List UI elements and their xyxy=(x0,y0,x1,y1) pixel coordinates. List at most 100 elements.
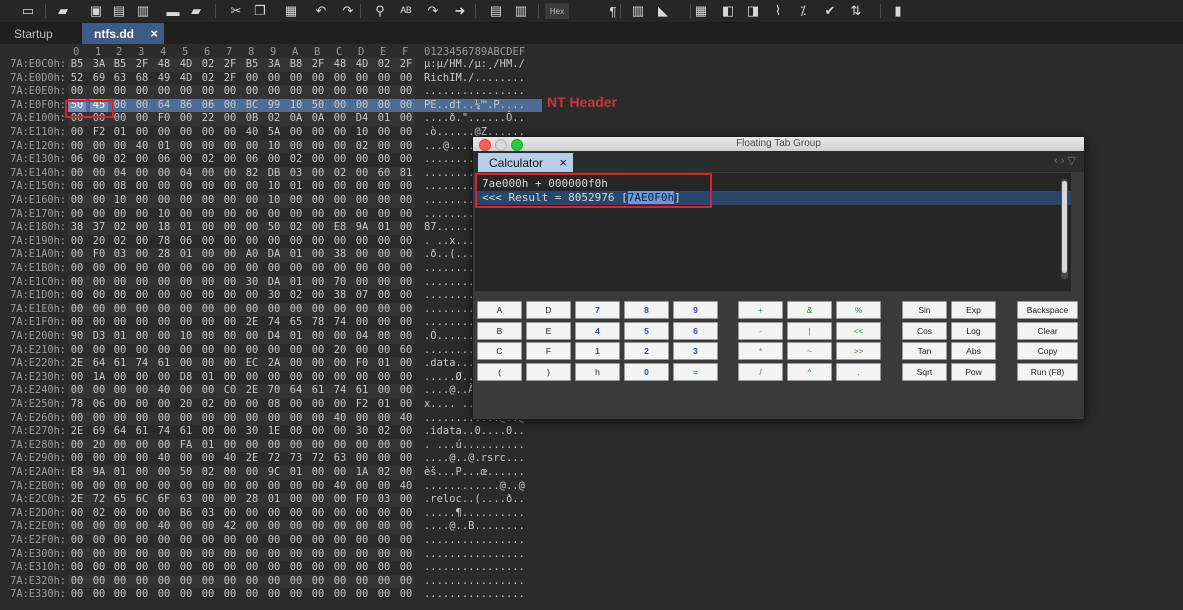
hex-byte[interactable]: 00 xyxy=(309,439,327,453)
hex-byte[interactable]: 00 xyxy=(397,588,415,602)
hex-byte[interactable]: 00 xyxy=(155,167,173,181)
hex-byte[interactable]: 00 xyxy=(133,208,151,222)
hex-byte[interactable]: 00 xyxy=(221,507,239,521)
hex-byte[interactable]: 00 xyxy=(221,153,239,167)
calc-function-key[interactable]: Log xyxy=(951,321,996,340)
hex-byte[interactable]: 30 xyxy=(265,289,283,303)
hex-byte[interactable]: 00 xyxy=(243,208,261,222)
hex-byte[interactable]: 00 xyxy=(221,276,239,290)
hex-byte[interactable]: 01 xyxy=(177,221,195,235)
hex-byte[interactable]: 00 xyxy=(111,384,129,398)
hex-byte[interactable]: 00 xyxy=(397,384,415,398)
hex-byte[interactable]: 00 xyxy=(133,262,151,276)
hex-byte[interactable]: 00 xyxy=(199,493,217,507)
hex-byte[interactable]: 00 xyxy=(133,588,151,602)
hex-byte[interactable]: 10 xyxy=(287,99,305,113)
calc-action-key[interactable]: Run (F8) xyxy=(1017,362,1078,381)
calc-operator-key[interactable]: * xyxy=(738,342,783,360)
hex-byte[interactable]: F2 xyxy=(90,126,108,140)
hex-byte[interactable]: 00 xyxy=(133,316,151,330)
hex-byte[interactable]: 00 xyxy=(68,588,86,602)
hex-byte[interactable]: 40 xyxy=(155,384,173,398)
hex-byte[interactable]: 9C xyxy=(265,466,283,480)
hex-byte[interactable]: 00 xyxy=(90,180,108,194)
hex-byte[interactable]: 00 xyxy=(309,575,327,589)
hex-byte[interactable]: 00 xyxy=(68,439,86,453)
hex-byte[interactable]: 00 xyxy=(199,534,217,548)
hex-byte[interactable]: 00 xyxy=(221,425,239,439)
calc-key[interactable]: 7 xyxy=(575,301,620,319)
hex-byte[interactable]: 00 xyxy=(397,72,415,86)
hex-byte[interactable]: 00 xyxy=(353,439,371,453)
toolbar-tool-icon[interactable]: ◧ xyxy=(720,3,736,19)
hex-byte[interactable]: 00 xyxy=(265,575,283,589)
hex-byte[interactable]: 00 xyxy=(199,126,217,140)
hex-byte[interactable]: 00 xyxy=(199,330,217,344)
hex-byte[interactable]: 00 xyxy=(265,480,283,494)
hex-byte[interactable]: 00 xyxy=(243,180,261,194)
hex-byte[interactable]: 00 xyxy=(243,235,261,249)
hex-byte[interactable]: 00 xyxy=(287,72,305,86)
hex-byte[interactable]: 74 xyxy=(265,316,283,330)
scrollbar-thumb[interactable] xyxy=(1062,181,1067,273)
hex-byte[interactable]: 00 xyxy=(199,303,217,317)
toolbar-tool-icon[interactable]: ▥ xyxy=(630,3,646,19)
hex-byte[interactable]: 00 xyxy=(155,180,173,194)
hex-byte[interactable]: DA xyxy=(265,248,283,262)
hex-byte[interactable]: 00 xyxy=(68,575,86,589)
hex-byte[interactable]: 00 xyxy=(397,561,415,575)
hex-byte[interactable]: 64 xyxy=(90,357,108,371)
hex-byte[interactable]: 00 xyxy=(221,534,239,548)
hex-byte[interactable]: 00 xyxy=(133,466,151,480)
hex-byte[interactable]: 2F xyxy=(133,58,151,72)
hex-byte[interactable]: 00 xyxy=(331,126,349,140)
calc-key[interactable]: 5 xyxy=(624,321,669,340)
ascii-text[interactable]: ................ xyxy=(424,548,525,562)
hex-byte[interactable]: 61 xyxy=(111,357,129,371)
hex-byte[interactable]: 00 xyxy=(155,371,173,385)
hex-byte[interactable]: 00 xyxy=(243,548,261,562)
hex-byte[interactable]: D4 xyxy=(353,112,371,126)
hex-byte[interactable]: 00 xyxy=(353,480,371,494)
hex-byte[interactable]: 00 xyxy=(397,493,415,507)
hex-byte[interactable]: 00 xyxy=(90,520,108,534)
hex-byte[interactable]: 00 xyxy=(68,480,86,494)
hex-byte[interactable]: 00 xyxy=(90,262,108,276)
hex-byte[interactable]: 72 xyxy=(90,493,108,507)
hex-byte[interactable]: 00 xyxy=(397,262,415,276)
hex-byte[interactable]: 00 xyxy=(331,534,349,548)
hex-byte[interactable]: 00 xyxy=(353,235,371,249)
hex-byte[interactable]: 00 xyxy=(221,330,239,344)
hex-byte[interactable]: 03 xyxy=(111,248,129,262)
hex-byte[interactable]: 00 xyxy=(111,276,129,290)
hex-byte[interactable]: 00 xyxy=(199,344,217,358)
hex-byte[interactable]: 00 xyxy=(177,384,195,398)
hex-byte[interactable]: 00 xyxy=(353,561,371,575)
hex-byte[interactable]: 00 xyxy=(265,303,283,317)
hex-byte[interactable]: 02 xyxy=(287,221,305,235)
hex-byte[interactable]: 00 xyxy=(375,262,393,276)
hex-byte[interactable]: 10 xyxy=(265,194,283,208)
hex-byte[interactable]: 00 xyxy=(243,588,261,602)
hex-byte[interactable]: E8 xyxy=(68,466,86,480)
floating-title-bar[interactable]: Floating Tab Group xyxy=(473,137,1084,151)
hex-byte[interactable]: 00 xyxy=(397,466,415,480)
close-icon[interactable]: × xyxy=(559,155,567,170)
hex-byte[interactable]: 00 xyxy=(375,316,393,330)
hex-byte[interactable]: 02 xyxy=(199,58,217,72)
hex-byte[interactable]: 2F xyxy=(221,58,239,72)
hex-byte[interactable]: 50 xyxy=(309,99,327,113)
vertical-scrollbar[interactable] xyxy=(1061,179,1068,279)
hex-byte[interactable]: 00 xyxy=(397,316,415,330)
hex-byte[interactable]: 02 xyxy=(90,507,108,521)
hex-byte[interactable]: 00 xyxy=(199,480,217,494)
calc-key[interactable]: 0 xyxy=(624,362,669,381)
hex-byte[interactable]: 00 xyxy=(397,439,415,453)
hex-byte[interactable]: 00 xyxy=(133,534,151,548)
hex-byte[interactable]: 40 xyxy=(221,452,239,466)
hex-byte[interactable]: 00 xyxy=(309,208,327,222)
hex-byte[interactable]: 00 xyxy=(397,208,415,222)
hex-byte[interactable]: 00 xyxy=(155,303,173,317)
hex-byte[interactable]: 2E xyxy=(68,493,86,507)
hex-byte[interactable]: 00 xyxy=(309,330,327,344)
